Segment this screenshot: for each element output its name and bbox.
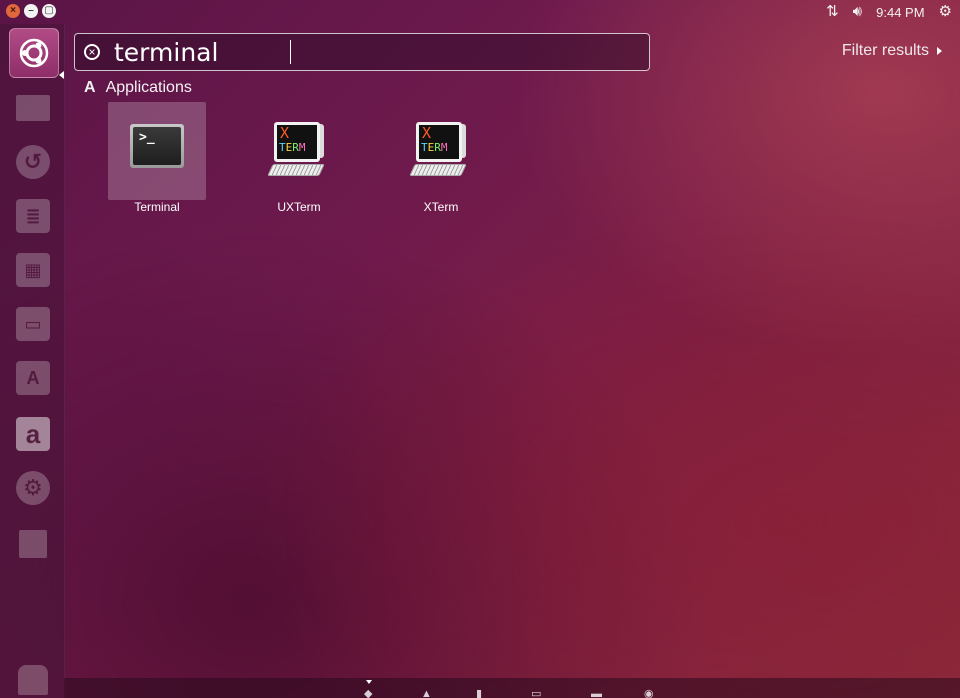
workspace-switcher-icon: [19, 530, 47, 558]
xterm-icon: X TERM: [409, 122, 471, 178]
result-label: XTerm: [423, 200, 459, 214]
filter-results-label: Filter results: [841, 42, 929, 59]
backups-launcher-item[interactable]: ↺: [9, 138, 57, 186]
result-label: UXTerm: [277, 200, 321, 214]
amazon-icon: a: [16, 417, 50, 451]
calc-icon: ▦: [16, 253, 50, 287]
filter-expand-arrow-icon: [937, 47, 942, 55]
terminal-icon: >_: [127, 124, 187, 180]
maximize-window-button[interactable]: ▢: [42, 4, 56, 18]
volume-icon[interactable]: 🔊︎: [853, 0, 862, 24]
system-settings-launcher-item[interactable]: ⚙: [9, 464, 57, 512]
result-uxterm[interactable]: X TERM UXTerm: [250, 102, 348, 220]
session-gear-icon[interactable]: ⚙: [939, 0, 952, 24]
active-lens-arrow: [366, 680, 372, 684]
close-window-button[interactable]: ×: [6, 4, 20, 18]
backups-icon: ↺: [16, 145, 50, 179]
text-cursor: [290, 40, 291, 64]
amazon-launcher-item[interactable]: a: [9, 410, 57, 458]
music-lens-icon[interactable]: ▬: [591, 689, 603, 698]
terminal-prompt-glyph: >_: [133, 127, 181, 165]
result-terminal[interactable]: >_ Terminal: [108, 102, 206, 220]
category-title: Applications: [105, 79, 192, 96]
files-lens-icon[interactable]: ▮: [476, 689, 488, 698]
clock[interactable]: 9:44 PM: [876, 5, 924, 20]
filter-results-toggle[interactable]: Filter results: [842, 42, 942, 60]
impress-icon: ▭: [16, 307, 50, 341]
xterm-term-glyphs: TERM: [421, 141, 448, 154]
clear-search-icon[interactable]: ×: [84, 44, 100, 60]
workspace-switcher-launcher-item[interactable]: [9, 520, 57, 568]
applications-lens-icon[interactable]: ▲: [421, 689, 433, 698]
top-panel: × – ▢ ⇅ 🔊︎ 9:44 PM ⚙: [0, 0, 960, 24]
minimize-window-button[interactable]: –: [24, 4, 38, 18]
home-lens-icon[interactable]: ◆: [364, 689, 376, 698]
impress-launcher-item[interactable]: ▭: [9, 300, 57, 348]
software-center-launcher-item[interactable]: A: [9, 354, 57, 402]
system-settings-icon: ⚙: [16, 471, 50, 505]
launcher: ↺ ≣ ▦ ▭ A a ⚙: [0, 24, 65, 698]
video-lens-icon[interactable]: ▭: [531, 689, 543, 698]
files-icon: [16, 95, 50, 121]
ubuntu-logo-icon: [19, 38, 49, 68]
result-label: Terminal: [134, 200, 180, 214]
xterm-term-glyphs: TERM: [279, 141, 306, 154]
uxterm-icon: X TERM: [267, 122, 329, 178]
files-launcher-item[interactable]: [9, 84, 57, 132]
xterm-x-glyph: X: [422, 124, 432, 142]
photos-lens-icon[interactable]: ◉: [644, 689, 656, 698]
applications-category-icon: A: [84, 79, 96, 96]
category-header-applications[interactable]: A Applications: [84, 79, 192, 97]
indicator-area: ⇅ 🔊︎ 9:44 PM ⚙: [826, 0, 952, 24]
window-controls: × – ▢: [6, 4, 56, 18]
lens-bar: ◆ ▲ ▮ ▭ ▬ ◉: [64, 678, 960, 698]
dash-search-bar: ×: [74, 33, 650, 71]
keyboard-shape: [409, 164, 467, 176]
software-center-icon: A: [16, 361, 50, 395]
writer-launcher-item[interactable]: ≣: [9, 192, 57, 240]
writer-icon: ≣: [16, 199, 50, 233]
trash-launcher-item[interactable]: [9, 656, 57, 698]
xterm-x-glyph: X: [280, 124, 290, 142]
search-input[interactable]: [114, 37, 594, 67]
calc-launcher-item[interactable]: ▦: [9, 246, 57, 294]
keyboard-shape: [267, 164, 325, 176]
result-xterm[interactable]: X TERM XTerm: [392, 102, 490, 220]
dash-home-button[interactable]: [9, 28, 59, 78]
launcher-active-arrow: [59, 71, 64, 79]
trash-icon: [18, 665, 48, 695]
network-icon[interactable]: ⇅: [826, 0, 839, 24]
